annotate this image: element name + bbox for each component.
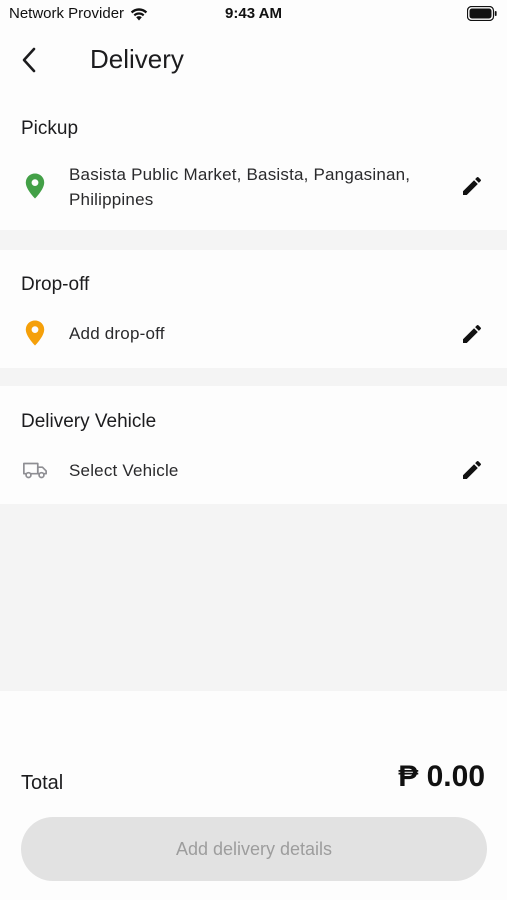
dropoff-title: Drop-off bbox=[21, 274, 90, 295]
chevron-left-icon bbox=[22, 47, 36, 73]
edit-vehicle-button[interactable] bbox=[457, 455, 487, 485]
header: Delivery bbox=[0, 28, 507, 94]
total-amount: ₱ 0.00 bbox=[398, 760, 485, 793]
pickup-address[interactable]: Basista Public Market, Basista, Pangasin… bbox=[69, 162, 449, 212]
pencil-icon bbox=[463, 460, 482, 479]
page-title: Delivery bbox=[90, 44, 184, 74]
empty-content-area bbox=[0, 504, 507, 691]
truck-icon bbox=[22, 457, 48, 483]
pickup-title: Pickup bbox=[21, 118, 79, 139]
battery-icon bbox=[467, 6, 497, 21]
vehicle-section: Delivery Vehicle Select Vehicle bbox=[0, 386, 507, 504]
dropoff-location-pin-icon bbox=[22, 320, 48, 346]
pencil-icon bbox=[463, 176, 482, 195]
delivery-screen: Network Provider 9:43 AM Delivery Pickup bbox=[0, 0, 507, 900]
status-time: 9:43 AM bbox=[225, 5, 282, 22]
add-delivery-details-button[interactable]: Add delivery details bbox=[21, 817, 487, 881]
edit-dropoff-button[interactable] bbox=[457, 319, 487, 349]
dropoff-section: Drop-off Add drop-off bbox=[0, 250, 507, 368]
vehicle-title: Delivery Vehicle bbox=[21, 411, 157, 432]
back-button[interactable] bbox=[14, 44, 44, 76]
pickup-section: Pickup Basista Public Market, Basista, P… bbox=[0, 94, 507, 230]
pickup-location-pin-icon bbox=[22, 173, 48, 199]
pencil-icon bbox=[463, 324, 482, 343]
total-label: Total bbox=[21, 772, 64, 794]
edit-pickup-button[interactable] bbox=[457, 171, 487, 201]
dropoff-address-placeholder[interactable]: Add drop-off bbox=[69, 321, 165, 346]
vehicle-placeholder[interactable]: Select Vehicle bbox=[69, 458, 179, 483]
footer: Total ₱ 0.00 Add delivery details bbox=[0, 691, 507, 900]
status-bar: Network Provider 9:43 AM bbox=[0, 0, 507, 28]
